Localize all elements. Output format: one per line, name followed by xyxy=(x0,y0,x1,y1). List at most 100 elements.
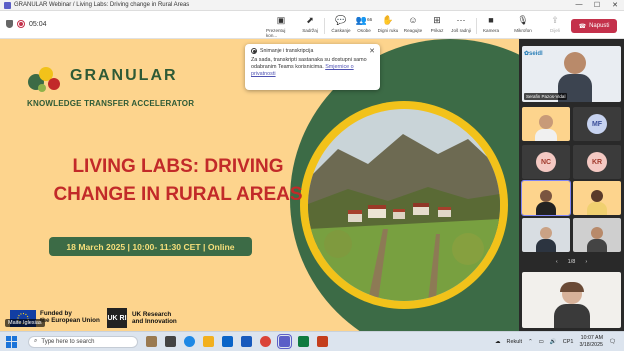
slide-headline: LIVING LABS: DRIVING CHANGE IN RURAL ARE… xyxy=(28,153,328,209)
landscape-thumbnail-icon[interactable] xyxy=(146,336,157,347)
participant-tile[interactable]: KR xyxy=(573,145,621,179)
participants-pager: ‹ 1/8 › xyxy=(519,256,624,268)
leave-button[interactable]: ☎ Napusti xyxy=(571,19,617,33)
participant-name: Serafin Pazos-Vidal xyxy=(524,93,568,100)
weather-icon: ☁ xyxy=(494,338,501,345)
participant-tile-speaking[interactable] xyxy=(521,180,571,216)
edge-browser-icon[interactable] xyxy=(184,336,195,347)
camera-button[interactable]: ■ Kamera xyxy=(476,15,506,37)
prev-page-icon[interactable]: ‹ xyxy=(556,259,558,265)
file-explorer-icon[interactable] xyxy=(203,336,214,347)
network-icon[interactable]: ▭ xyxy=(539,339,544,345)
eu-funding-text: Funded by the European Union xyxy=(40,310,100,324)
slide-headline-line: CHANGE IN RURAL AREAS xyxy=(53,184,303,205)
clock-time: 10:07 AM xyxy=(580,335,604,341)
phone-hangup-icon: ☎ xyxy=(578,23,587,30)
avatar-initials: KR xyxy=(591,158,603,166)
participant-body xyxy=(587,202,607,215)
page-indicator: 1/8 xyxy=(567,259,576,265)
title-bar: GRANULAR Webinar / Living Labs: Driving … xyxy=(0,0,624,11)
leave-label: Napusti xyxy=(589,23,610,29)
share-button[interactable]: ⇪ Dijeli xyxy=(540,15,570,37)
clock[interactable]: 10:07 AM 3/18/2025 xyxy=(579,335,603,348)
participant-tile[interactable] xyxy=(573,218,621,252)
notifications-icon[interactable]: 🗨 xyxy=(609,339,616,345)
eu-funding-line: the European Union xyxy=(40,317,100,324)
clock-date: 3/18/2025 xyxy=(579,341,604,348)
language-indicator[interactable]: CP1 xyxy=(563,339,574,345)
maximize-button[interactable]: ☐ xyxy=(588,1,606,9)
participant-face xyxy=(591,227,603,239)
meeting-timer: 05:04 xyxy=(29,20,47,28)
weather-label[interactable]: Rekult xyxy=(506,339,522,345)
raise-hand-icon: ✋ xyxy=(382,15,394,25)
toolbar-label: Prikaz xyxy=(430,28,444,33)
participant-tile-main[interactable]: ✿seidl Serafin Pazos-Vidal xyxy=(522,46,621,102)
slide-brand-subtitle: KNOWLEDGE TRANSFER ACCELERATOR xyxy=(27,99,195,108)
share-screen-button[interactable]: ▣ Prezentuj kon... xyxy=(266,15,296,38)
presenter-name-caption: Maite Iglesias xyxy=(5,319,45,327)
camera-icon: ■ xyxy=(488,15,494,25)
ukri-logo: UK RI xyxy=(107,308,127,328)
next-page-icon[interactable]: › xyxy=(585,259,587,265)
outlook-icon[interactable] xyxy=(222,336,233,347)
participant-tile[interactable] xyxy=(573,181,621,215)
shared-slide: GRANULAR KNOWLEDGE TRANSFER ACCELERATOR … xyxy=(0,39,519,331)
participant-tile[interactable]: MF xyxy=(573,107,621,141)
meeting-toolbar: 05:04 ▣ Prezentuj kon... ⬈ Sadržaj 💬 Ćas… xyxy=(0,11,624,39)
teams-window: GRANULAR Webinar / Living Labs: Driving … xyxy=(0,0,624,351)
volume-icon[interactable]: 🔊 xyxy=(550,339,557,345)
org-logo: ✿seidl xyxy=(524,51,543,57)
participant-face xyxy=(540,227,552,239)
avatar-initials: MF xyxy=(591,120,603,128)
view-grid-icon: ⊞ xyxy=(433,15,441,25)
share-content-icon: ⬈ xyxy=(306,15,314,25)
toast-close-icon[interactable]: ✕ xyxy=(369,47,375,55)
avatar-initials: NC xyxy=(540,158,552,166)
teams-icon[interactable] xyxy=(277,334,292,349)
event-date-pill: 18 March 2025 | 10:00- 11:30 CET | Onlin… xyxy=(49,237,252,256)
share-icon: ⇪ xyxy=(551,15,559,25)
recording-icon xyxy=(17,20,25,28)
tray-chevron-icon[interactable]: ⌃ xyxy=(528,339,533,345)
participant-tile[interactable] xyxy=(522,107,570,141)
close-window-button[interactable]: ✕ xyxy=(606,1,624,9)
share-content-button[interactable]: ⬈ Sadržaj xyxy=(295,15,325,37)
participant-body xyxy=(536,202,556,215)
participant-face xyxy=(539,115,553,129)
participant-body xyxy=(535,129,557,141)
excel-icon[interactable] xyxy=(298,336,309,347)
powerpoint-icon[interactable] xyxy=(317,336,328,347)
task-view-icon[interactable] xyxy=(165,336,176,347)
participant-body xyxy=(587,239,607,252)
toolbar-label: Dijeli xyxy=(550,28,560,33)
microphone-button[interactable]: 🎙 Mikrofon xyxy=(508,15,538,37)
event-date-text: 18 March 2025 | 10:00- 11:30 CET | Onlin… xyxy=(66,241,235,252)
toast-title: Snimanje i transkripcija xyxy=(260,48,314,54)
granular-logo xyxy=(28,67,60,92)
participant-tile[interactable] xyxy=(522,218,570,252)
windows-taskbar: ⌕ Type here to search ☁ Rekult ⌃ ▭ 🔊 CP1… xyxy=(0,331,624,351)
participant-avatar: KR xyxy=(587,152,607,172)
ukri-line: UK Research xyxy=(132,311,172,318)
participant-avatar: NC xyxy=(536,152,556,172)
people-icon: 👥 66 xyxy=(355,15,373,25)
window-title: GRANULAR Webinar / Living Labs: Driving … xyxy=(14,2,190,8)
toolbar-divider xyxy=(324,18,325,34)
slide-brand: GRANULAR xyxy=(70,67,178,84)
chrome-icon[interactable] xyxy=(260,336,271,347)
taskbar-search-input[interactable]: ⌕ Type here to search xyxy=(28,335,138,348)
security-shield-icon xyxy=(6,20,13,28)
minimize-button[interactable]: — xyxy=(570,1,588,9)
toolbar-label: Sadržaj xyxy=(302,28,318,33)
participant-tile[interactable]: NC xyxy=(522,145,570,179)
more-actions-button[interactable]: ⋯ Još radnji xyxy=(446,15,476,37)
windows-start-icon[interactable] xyxy=(6,335,18,348)
toolbar-label: Prezentuj kon... xyxy=(266,28,286,38)
ukri-text: UK Research and Innovation xyxy=(132,311,177,325)
participant-face xyxy=(591,190,603,202)
word-icon[interactable] xyxy=(241,336,252,347)
toolbar-label: Mikrofon xyxy=(514,28,532,33)
self-view-tile[interactable] xyxy=(522,272,621,328)
teams-app-icon xyxy=(4,1,11,9)
